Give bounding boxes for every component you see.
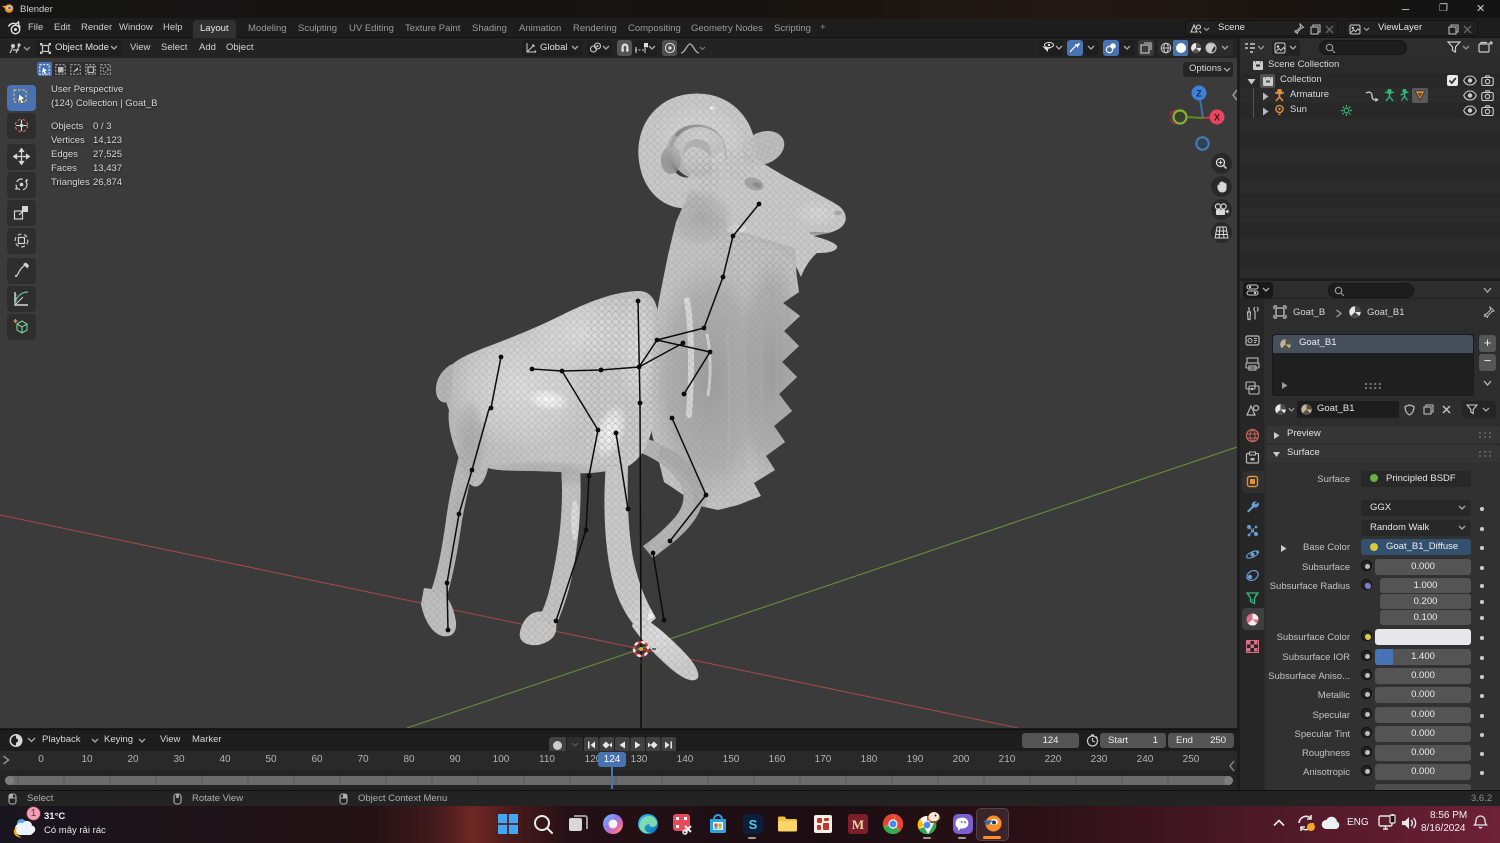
svg-text:S: S: [749, 817, 758, 832]
svg-text:M: M: [852, 817, 864, 832]
svg-text:Z: Z: [1196, 89, 1202, 99]
svg-text:X: X: [1214, 113, 1220, 123]
